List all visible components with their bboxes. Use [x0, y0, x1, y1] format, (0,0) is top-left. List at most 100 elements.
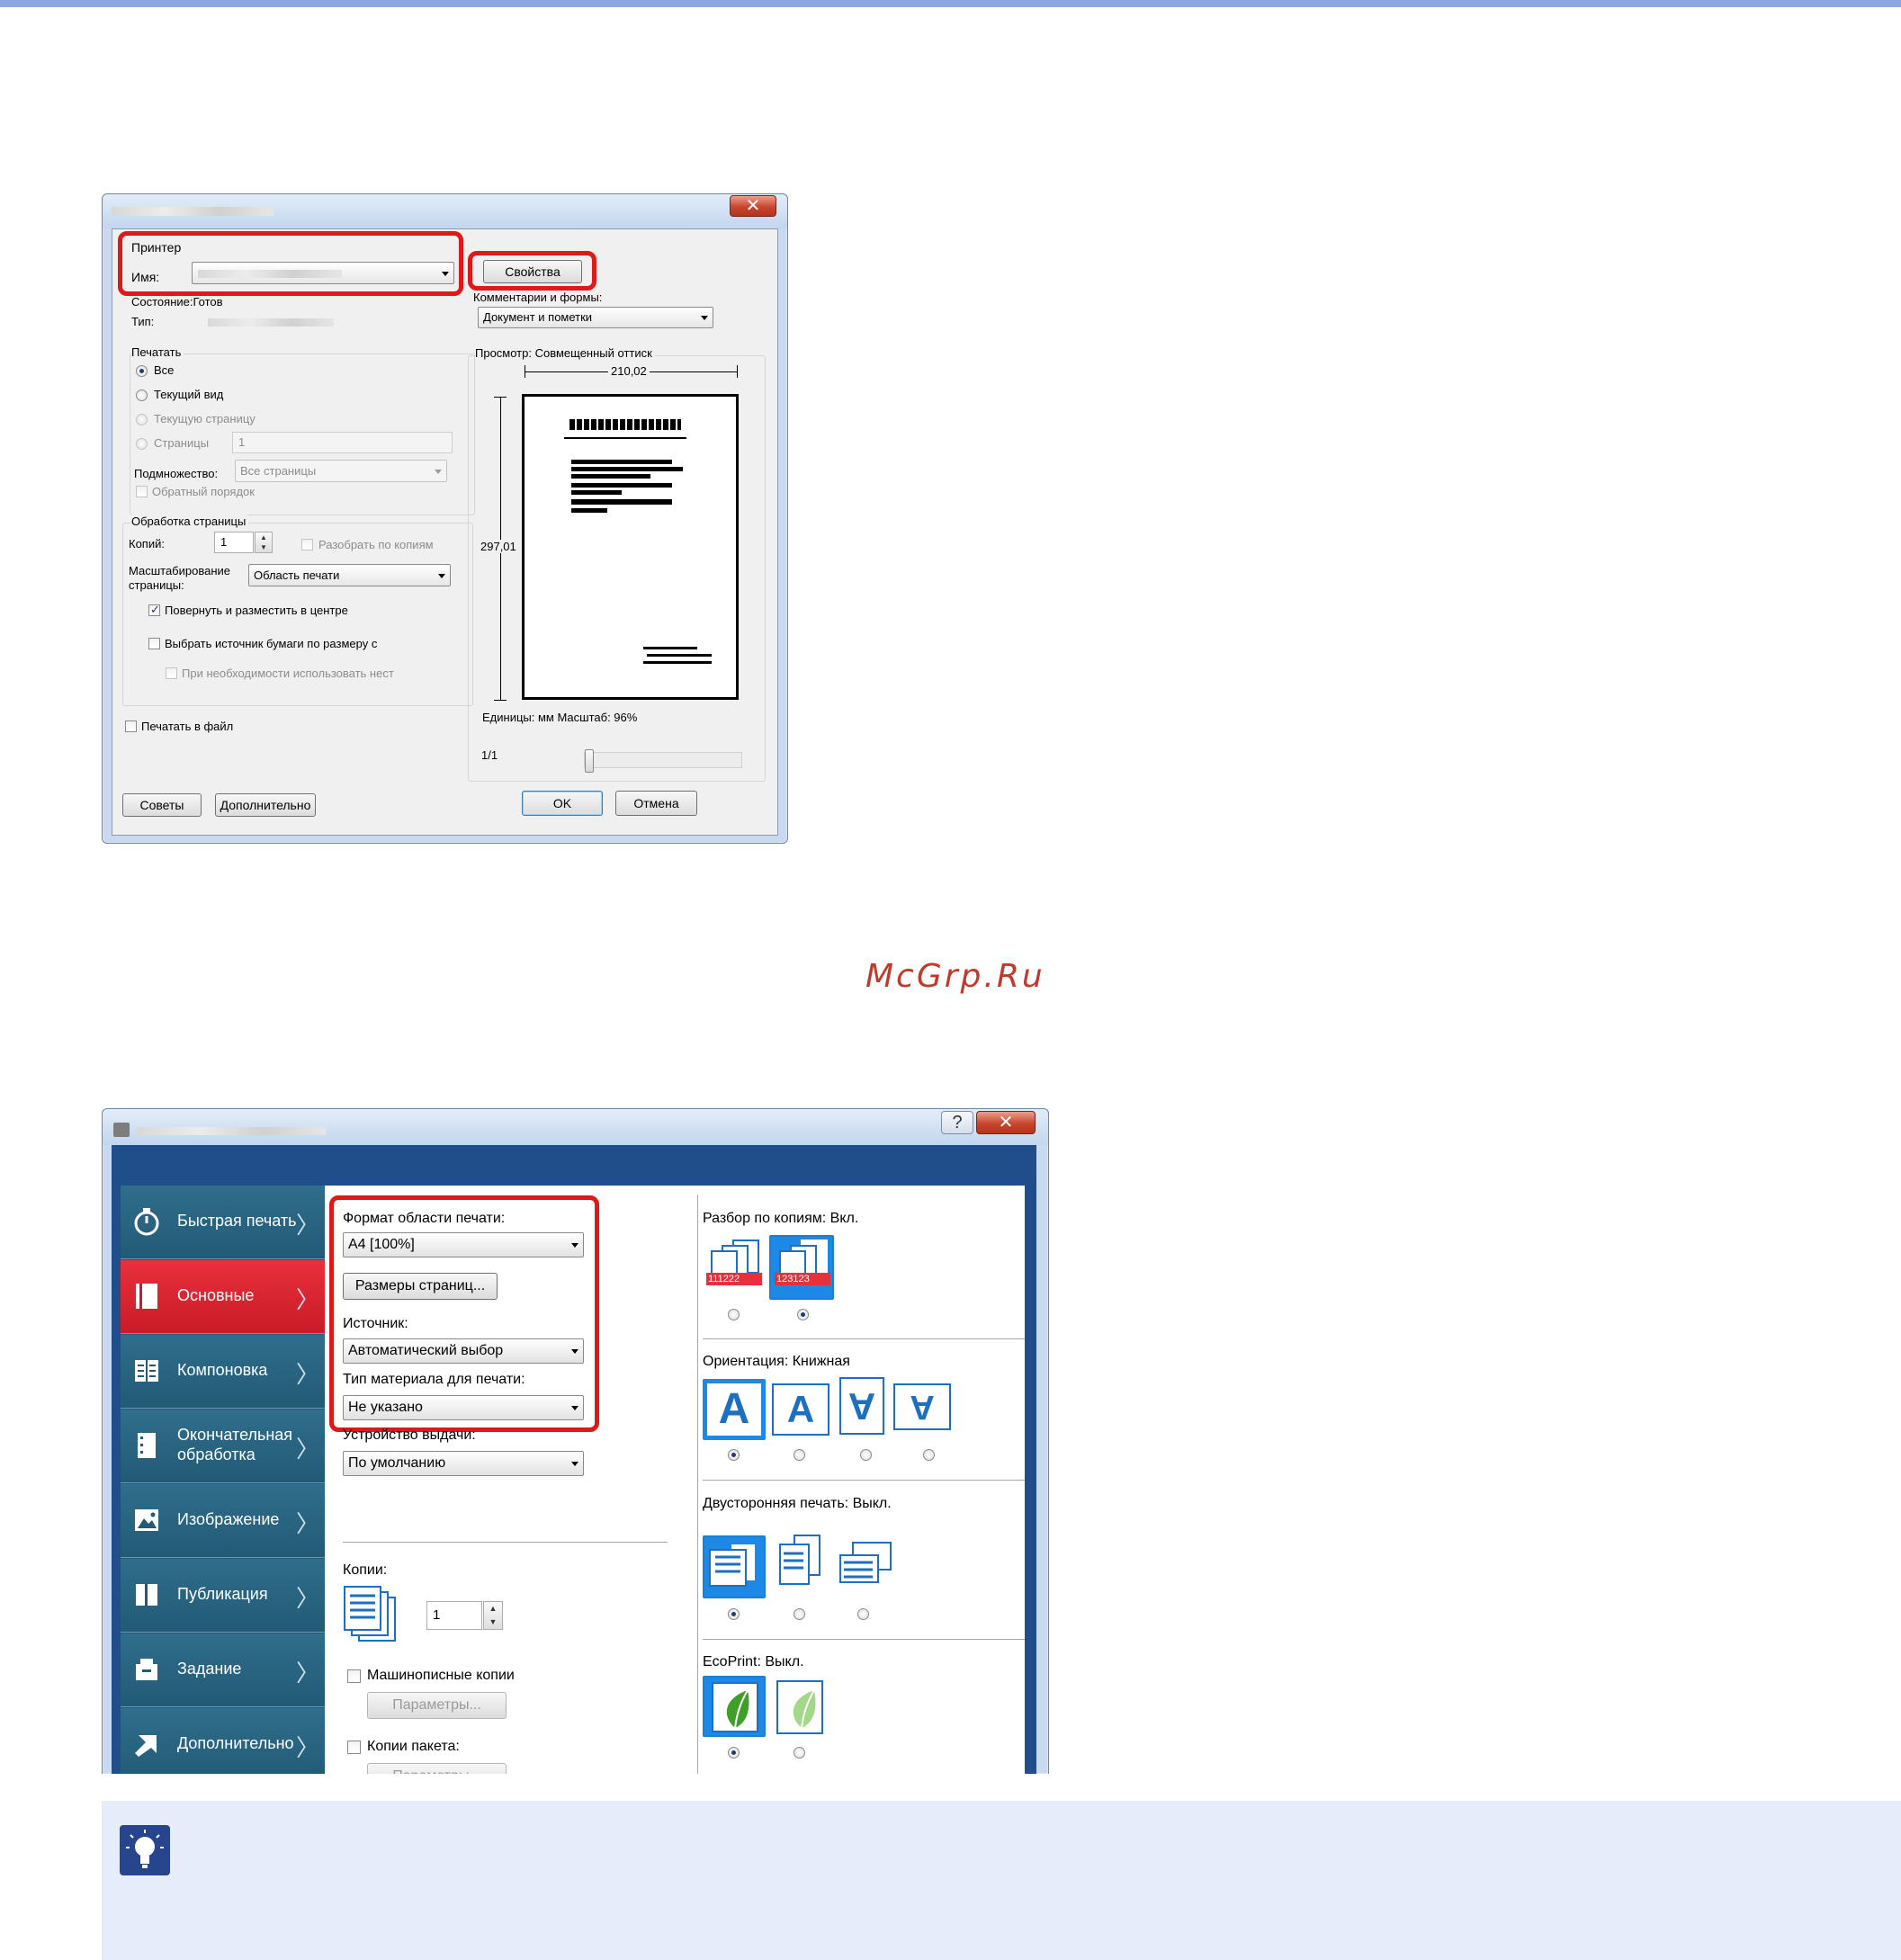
duplex-heading: Двусторонняя печать: Выкл.	[703, 1496, 892, 1512]
spinner-down-icon[interactable]: ▼	[256, 542, 272, 552]
collate-off-option[interactable]: 111222	[703, 1237, 764, 1298]
rotate-center-checkbox[interactable]	[148, 603, 160, 617]
collate-on-option[interactable]: 123123	[769, 1235, 834, 1300]
reverse-order-checkbox[interactable]	[136, 486, 148, 497]
column-divider	[697, 1195, 698, 1774]
output-select[interactable]: По умолчанию	[343, 1451, 584, 1476]
range-current-page-radio[interactable]	[136, 414, 148, 425]
range-current-view-radio[interactable]	[136, 389, 148, 401]
pages-input[interactable]: 1	[232, 432, 453, 453]
orientation-rotated-landscape-option[interactable]: A	[893, 1383, 951, 1430]
pages-value: 1	[238, 435, 246, 449]
scaling-select[interactable]: Область печати	[248, 564, 451, 586]
orientation-landscape-option[interactable]: A	[772, 1383, 829, 1436]
close-button[interactable]: ✕	[976, 1111, 1036, 1134]
help-button[interactable]: ?	[941, 1111, 973, 1134]
comments-select[interactable]: Документ и пометки	[478, 307, 713, 328]
ecoprint-heading: EcoPrint: Выкл.	[703, 1654, 804, 1670]
duplex-long-edge-radio[interactable]	[794, 1608, 805, 1620]
print-to-file-label: Печатать в файл	[141, 720, 234, 733]
page-icon	[136, 1284, 157, 1309]
collate-label: Разобрать по копиям	[318, 538, 434, 551]
spinner-down-icon[interactable]: ▼	[484, 1615, 502, 1629]
chevron-right-icon: 〉	[295, 1212, 319, 1239]
nav-item-advanced[interactable]: Дополнительно 〉	[121, 1708, 325, 1774]
ecoprint-off-option[interactable]	[703, 1676, 766, 1737]
print-to-file-checkbox[interactable]	[125, 720, 137, 732]
nav-item-finishing[interactable]: Окончательная обработка 〉	[121, 1410, 325, 1483]
batch-copies-params-button[interactable]: Параметры...	[367, 1763, 507, 1774]
range-all-radio[interactable]	[136, 365, 148, 377]
ecoprint-label: EcoPrint:	[703, 1654, 761, 1669]
nav-item-job[interactable]: Задание 〉	[121, 1633, 325, 1707]
orientation-value: Книжная	[792, 1354, 850, 1369]
copies-input[interactable]: 1	[214, 532, 254, 553]
duplex-short-edge-icon[interactable]	[835, 1539, 894, 1593]
duplex-off-option[interactable]	[703, 1535, 766, 1598]
nav-item-publishing[interactable]: Публикация 〉	[121, 1559, 325, 1633]
ecoprint-off-radio[interactable]	[728, 1747, 740, 1759]
nav-item-layout[interactable]: Компоновка 〉	[121, 1335, 325, 1409]
typed-copies-checkbox[interactable]	[347, 1669, 361, 1683]
arrow-icon	[135, 1735, 157, 1757]
preview-footer-line	[643, 661, 712, 664]
height-value: 297,01	[480, 540, 516, 553]
width-value: 210,02	[608, 364, 650, 378]
orientation-rotated-portrait-option[interactable]: A	[839, 1377, 884, 1435]
tips-button[interactable]: Советы	[122, 793, 202, 817]
preview-text-line	[571, 490, 622, 495]
nav-item-image[interactable]: Изображение 〉	[121, 1484, 325, 1558]
orientation-portrait-option[interactable]: A	[703, 1379, 766, 1440]
print-range-label: Печатать	[131, 345, 184, 359]
collate-off-radio[interactable]	[728, 1309, 740, 1320]
chevron-down-icon	[701, 316, 708, 320]
choose-source-checkbox[interactable]	[148, 638, 160, 649]
nav-item-label: Публикация	[177, 1585, 268, 1603]
chevron-right-icon: 〉	[295, 1585, 319, 1612]
typed-copies-params-button[interactable]: Параметры...	[367, 1692, 507, 1719]
batch-copies-checkbox[interactable]	[347, 1741, 361, 1754]
ok-button[interactable]: OK	[522, 791, 603, 816]
spinner-up-icon[interactable]: ▲	[484, 1602, 502, 1615]
close-button[interactable]: ✕	[730, 195, 776, 217]
print-dialog: ✕ Принтер Имя: Свойства Состояние:Готов …	[102, 193, 788, 844]
properties-frame: Быстрая печать 〉 Основные 〉 Компоновка 〉…	[112, 1145, 1036, 1774]
publishing-icon	[136, 1584, 157, 1606]
output-value: По умолчанию	[348, 1455, 446, 1471]
separator	[343, 1542, 668, 1543]
nav-item-quick-print[interactable]: Быстрая печать 〉	[121, 1186, 325, 1259]
cancel-button[interactable]: Отмена	[615, 791, 697, 816]
ecoprint-on-radio[interactable]	[794, 1747, 805, 1759]
printer-status: Состояние:Готов	[131, 295, 223, 309]
copies-label: Копии:	[343, 1562, 388, 1578]
copies-spinner[interactable]: ▲ ▼	[255, 532, 273, 553]
duplex-off-radio[interactable]	[728, 1608, 740, 1620]
nav-item-label: Задание	[177, 1660, 242, 1678]
orientation-portrait-radio[interactable]	[728, 1449, 740, 1461]
chevron-right-icon: 〉	[295, 1286, 319, 1313]
top-accent-bar	[0, 0, 1901, 7]
copies-value: 1	[433, 1607, 441, 1623]
ecoprint-value: Выкл.	[765, 1654, 804, 1669]
width-dimension-right-tick	[737, 365, 738, 378]
ecoprint-on-option[interactable]	[776, 1680, 823, 1734]
orientation-landscape-radio[interactable]	[794, 1449, 805, 1461]
collate-checkbox[interactable]	[301, 539, 313, 550]
use-custom-checkbox[interactable]	[166, 667, 177, 679]
collate-on-radio[interactable]	[797, 1309, 809, 1320]
spinner-up-icon[interactable]: ▲	[256, 533, 272, 542]
duplex-long-edge-icon[interactable]	[775, 1532, 829, 1591]
advanced-button[interactable]: Дополнительно	[215, 793, 316, 817]
duplex-short-edge-radio[interactable]	[857, 1608, 869, 1620]
page-slider-track[interactable]	[584, 749, 742, 773]
orientation-rotated-portrait-radio[interactable]	[860, 1449, 872, 1461]
range-pages-label: Страницы	[154, 436, 210, 450]
range-pages-radio[interactable]	[136, 438, 148, 450]
subset-select[interactable]: Все страницы	[235, 460, 447, 482]
copies-spinner[interactable]: ▲ ▼	[483, 1601, 503, 1630]
nav-item-basic[interactable]: Основные 〉	[121, 1260, 325, 1334]
paper-settings-highlight	[329, 1195, 599, 1432]
orientation-rotated-landscape-radio[interactable]	[923, 1449, 935, 1461]
page-slider-thumb[interactable]	[585, 749, 594, 773]
copies-input[interactable]: 1	[426, 1601, 482, 1630]
